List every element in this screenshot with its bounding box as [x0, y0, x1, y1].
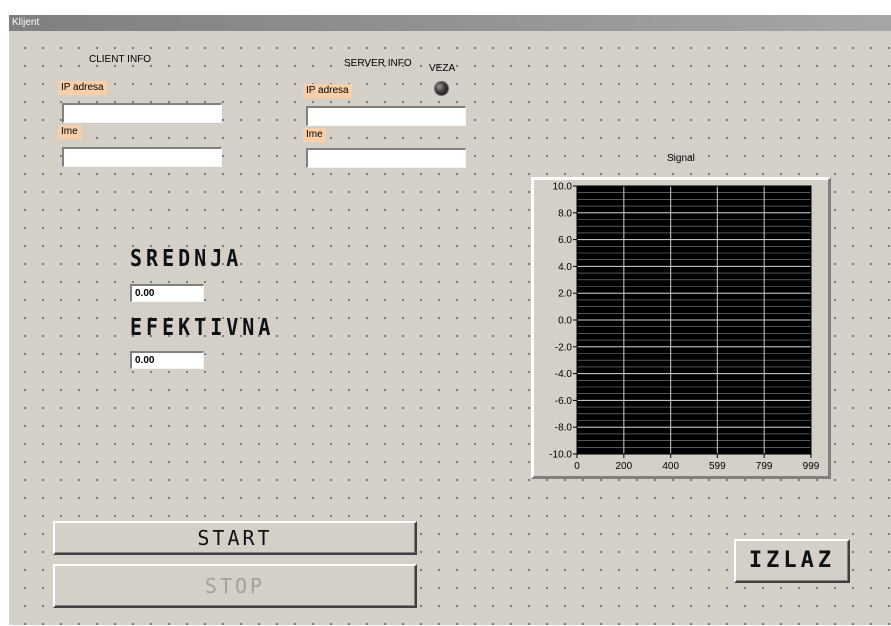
y-tick-label: -6.0	[555, 396, 573, 407]
x-tick-label: 599	[709, 461, 726, 472]
efektivna-label: EFEKTIVNA	[130, 313, 275, 341]
y-tick-label: 6.0	[558, 235, 572, 246]
x-tick-label: 999	[803, 461, 820, 472]
x-tick-label: 799	[756, 461, 773, 472]
chart-title: Signal	[667, 153, 695, 164]
client-name-field[interactable]	[62, 147, 222, 167]
server-info-heading: SERVER INFO	[344, 58, 412, 69]
srednja-label: SREDNJA	[130, 244, 243, 272]
veza-label: VEZA	[429, 63, 456, 74]
y-tick-label: 8.0	[558, 208, 572, 219]
y-tick-label: 0.0	[558, 316, 572, 327]
server-ip-field[interactable]	[306, 106, 466, 126]
x-tick-label: 400	[662, 461, 679, 472]
server-ip-label: IP adresa	[303, 84, 352, 98]
y-tick-label: -2.0	[555, 342, 573, 353]
y-tick-label: -10.0	[549, 450, 572, 461]
signal-chart-frame: 10.0 8.0 6.0 4.0 2.0 0.0 -2.0 -4.0 -6.0 -8.0 -10.0…	[531, 177, 831, 479]
y-tick-label: -8.0	[555, 423, 573, 434]
efektivna-value: 0.00	[130, 351, 204, 369]
client-info-heading: CLIENT INFO	[89, 54, 152, 65]
client-ip-label: IP adresa	[58, 81, 107, 95]
x-tick-label: 200	[616, 461, 633, 472]
izlaz-button[interactable]: IZLAZ	[734, 539, 850, 583]
signal-chart: 10.0 8.0 6.0 4.0 2.0 0.0 -2.0 -4.0 -6.0 -8.0 -10.0…	[549, 182, 820, 473]
y-tick-label: -4.0	[555, 369, 573, 380]
y-tick-label: 2.0	[558, 289, 572, 300]
x-tick-label: 0	[574, 461, 580, 472]
veza-led-indicator	[434, 81, 449, 96]
srednja-value: 0.00	[130, 284, 204, 302]
front-panel: CLIENT INFO IP adresa Ime SERVER INFO VE…	[9, 31, 891, 625]
y-tick-label: 10.0	[553, 182, 573, 193]
window-title: Klijent	[9, 15, 891, 31]
server-name-field[interactable]	[306, 148, 466, 168]
start-button[interactable]: START	[53, 521, 417, 555]
client-name-label: Ime	[58, 125, 81, 139]
stop-button[interactable]: STOP	[53, 564, 417, 608]
main-window: Klijent CLIENT INFO IP adresa Ime SERVER…	[8, 14, 891, 625]
y-tick-label: 4.0	[558, 262, 572, 273]
client-ip-field[interactable]	[62, 103, 222, 123]
server-name-label: Ime	[303, 128, 326, 142]
